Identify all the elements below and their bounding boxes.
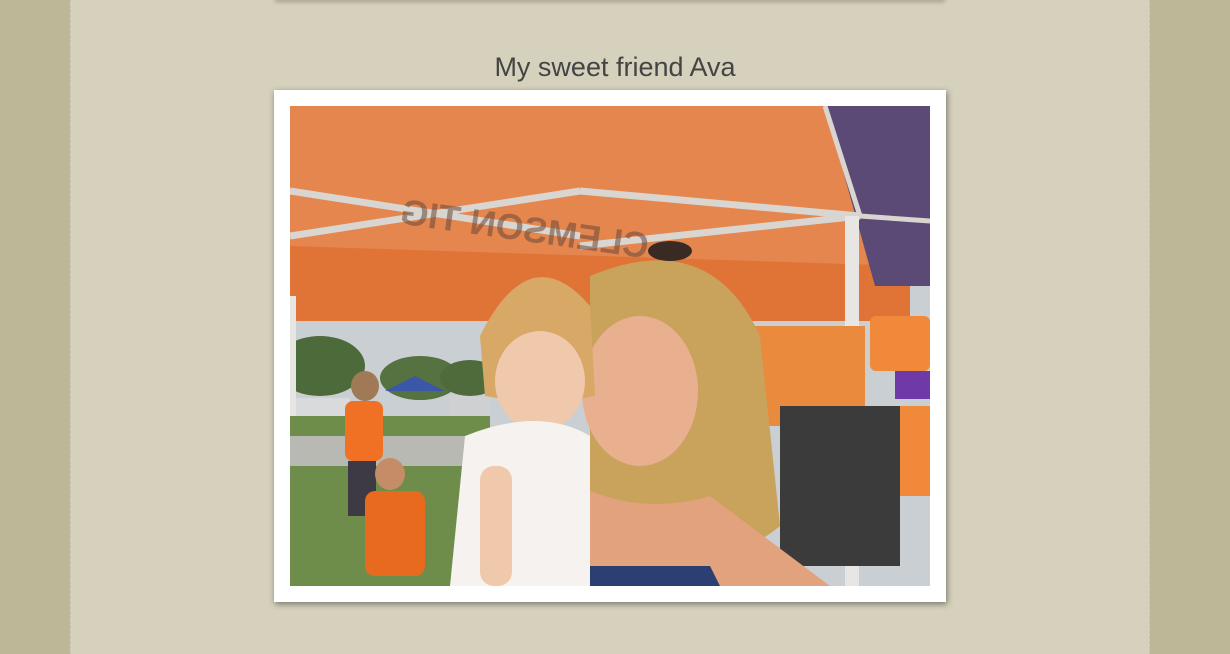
page-background: My sweet friend Ava CLEMSON TIG (0, 0, 1230, 654)
photo-caption: My sweet friend Ava (494, 52, 736, 82)
photo-frame: CLEMSON TIG (274, 90, 946, 602)
tailgate-photo[interactable]: CLEMSON TIG (290, 106, 930, 586)
